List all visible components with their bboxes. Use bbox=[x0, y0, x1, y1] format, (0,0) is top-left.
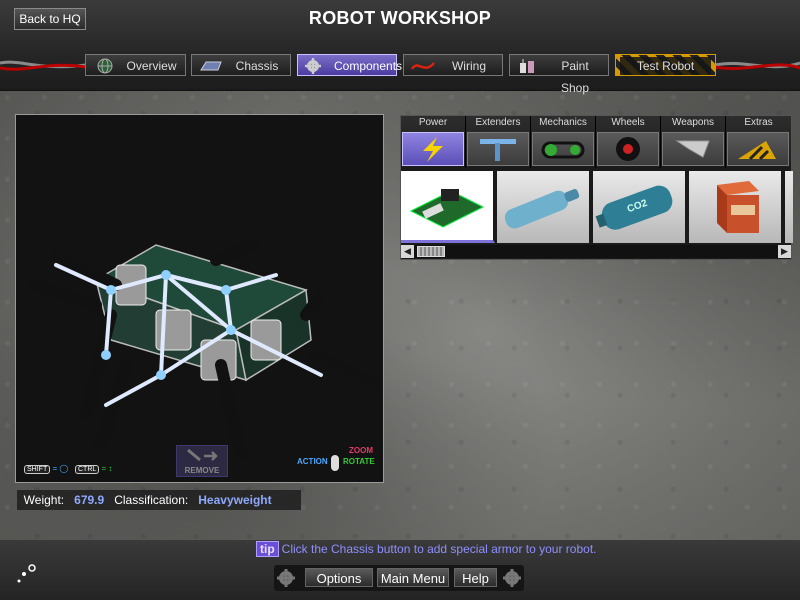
gear-icon bbox=[305, 58, 321, 74]
parts-item-strip: CO2 bbox=[401, 171, 793, 243]
mouse-controls-legend: ACTION ZOOM ROTATE bbox=[297, 446, 379, 476]
classification-label: Classification: bbox=[114, 493, 189, 507]
category-power[interactable]: Power bbox=[401, 116, 466, 168]
category-label: Wheels bbox=[611, 117, 645, 128]
part-circuit-board[interactable] bbox=[401, 171, 495, 243]
wheel-icon bbox=[616, 137, 640, 161]
action-label: ACTION bbox=[297, 457, 328, 466]
tab-label: Test Robot bbox=[620, 57, 711, 75]
category-label: Extenders bbox=[475, 117, 521, 128]
rotate-label: ROTATE bbox=[343, 457, 375, 466]
gear-right-icon bbox=[503, 569, 521, 587]
options-button[interactable]: Options bbox=[305, 568, 373, 587]
main-menu-buttons: Options Main Menu Help bbox=[274, 565, 524, 591]
part-partial bbox=[785, 171, 793, 243]
battery-box-image bbox=[717, 181, 759, 233]
rotate-ring-icon: = ◯ bbox=[52, 464, 69, 473]
category-icon-box bbox=[597, 132, 659, 166]
scroll-left-arrow-icon[interactable]: ◀ bbox=[401, 245, 414, 258]
category-wheels[interactable]: Wheels bbox=[596, 116, 661, 168]
scroll-right-arrow-icon[interactable]: ▶ bbox=[778, 245, 791, 258]
category-icon-box bbox=[727, 132, 789, 166]
part-blue-tank[interactable] bbox=[497, 171, 591, 243]
parts-scrollbar[interactable]: ◀ ▶ bbox=[401, 245, 791, 258]
tab-label: Overview bbox=[126, 59, 177, 73]
cable-left-decoration bbox=[0, 60, 86, 71]
robot-model bbox=[30, 239, 382, 461]
robot-stats-bar: Weight: 679.9 Classification: Heavyweigh… bbox=[17, 490, 301, 510]
zoom-label: ZOOM bbox=[349, 446, 373, 455]
category-extras[interactable]: Extras bbox=[726, 116, 791, 168]
part-co2-tank[interactable]: CO2 bbox=[593, 171, 687, 243]
category-icon-box bbox=[402, 132, 464, 166]
parts-panel: Power Extenders Mechanics Wheels Weapons… bbox=[400, 115, 793, 260]
category-weapons[interactable]: Weapons bbox=[661, 116, 726, 168]
tip-badge: tip bbox=[256, 541, 279, 557]
remove-button[interactable]: REMOVE bbox=[176, 445, 228, 477]
extender-bar-icon bbox=[480, 139, 516, 161]
category-label: Extras bbox=[744, 117, 773, 128]
shift-key: SHIFT bbox=[24, 465, 51, 474]
gear-left-icon bbox=[277, 569, 295, 587]
vertical-arrow-icon: = ↕ bbox=[101, 464, 113, 473]
remove-label: REMOVE bbox=[184, 466, 220, 475]
tab-wiring[interactable]: Wiring bbox=[403, 54, 503, 76]
wire-icon bbox=[410, 62, 435, 70]
weight-value: 679.9 bbox=[74, 493, 105, 507]
hazard-wedge-icon bbox=[738, 141, 776, 161]
main-menu-button[interactable]: Main Menu bbox=[377, 568, 449, 587]
tab-overview[interactable]: Overview bbox=[85, 54, 186, 76]
page-title: ROBOT WORKSHOP bbox=[308, 8, 492, 28]
tab-label: Components bbox=[334, 59, 403, 73]
blade-icon bbox=[675, 140, 710, 158]
tab-label: Chassis bbox=[235, 59, 279, 73]
category-label: Power bbox=[418, 117, 448, 128]
classification-value: Heavyweight bbox=[198, 493, 272, 507]
tab-label: Paint Shop bbox=[560, 59, 590, 95]
chain-drive-icon bbox=[541, 141, 585, 159]
category-icon-box bbox=[662, 132, 724, 166]
header-bar: Back to HQ ROBOT WORKSHOP Overview Chass… bbox=[0, 0, 800, 95]
globe-icon bbox=[97, 58, 113, 74]
wrench-arrow-icon bbox=[187, 448, 218, 462]
help-button[interactable]: Help bbox=[454, 568, 497, 587]
blue-tank-image bbox=[504, 189, 580, 229]
camera-key-hints: SHIFT = ◯ CTRL = ↕ bbox=[24, 464, 112, 474]
tab-chassis[interactable]: Chassis bbox=[191, 54, 291, 76]
tab-label: Wiring bbox=[451, 59, 486, 73]
category-extenders[interactable]: Extenders bbox=[466, 116, 531, 168]
tab-paint-shop[interactable]: Paint Shop bbox=[509, 54, 609, 95]
chassis-plate-icon bbox=[200, 61, 222, 71]
category-icon-box bbox=[532, 132, 594, 166]
mouse-icon bbox=[331, 455, 339, 471]
category-label: Mechanics bbox=[539, 117, 587, 128]
circuit-board-image bbox=[409, 189, 485, 228]
weight-label: Weight: bbox=[23, 493, 65, 507]
part-battery-box[interactable] bbox=[689, 171, 783, 243]
loading-spinner-icon bbox=[17, 564, 36, 583]
cable-right-decoration bbox=[715, 61, 800, 71]
tip-text: Click the Chassis button to add special … bbox=[281, 542, 597, 556]
tab-components[interactable]: Components bbox=[297, 54, 403, 76]
category-mechanics[interactable]: Mechanics bbox=[531, 116, 596, 168]
tip-message: tip Click the Chassis button to add speci… bbox=[256, 541, 597, 557]
robot-3d-viewport[interactable]: SHIFT = ◯ CTRL = ↕ REMOVE ACTION ZOOM RO… bbox=[15, 114, 384, 483]
lightning-icon bbox=[423, 137, 443, 162]
scroll-thumb[interactable] bbox=[417, 246, 445, 257]
category-label: Weapons bbox=[671, 117, 715, 128]
category-icon-box bbox=[467, 132, 529, 166]
tab-test-robot[interactable]: Test Robot bbox=[615, 54, 716, 76]
ctrl-key: CTRL bbox=[75, 465, 100, 474]
paint-cans-icon bbox=[520, 59, 534, 73]
